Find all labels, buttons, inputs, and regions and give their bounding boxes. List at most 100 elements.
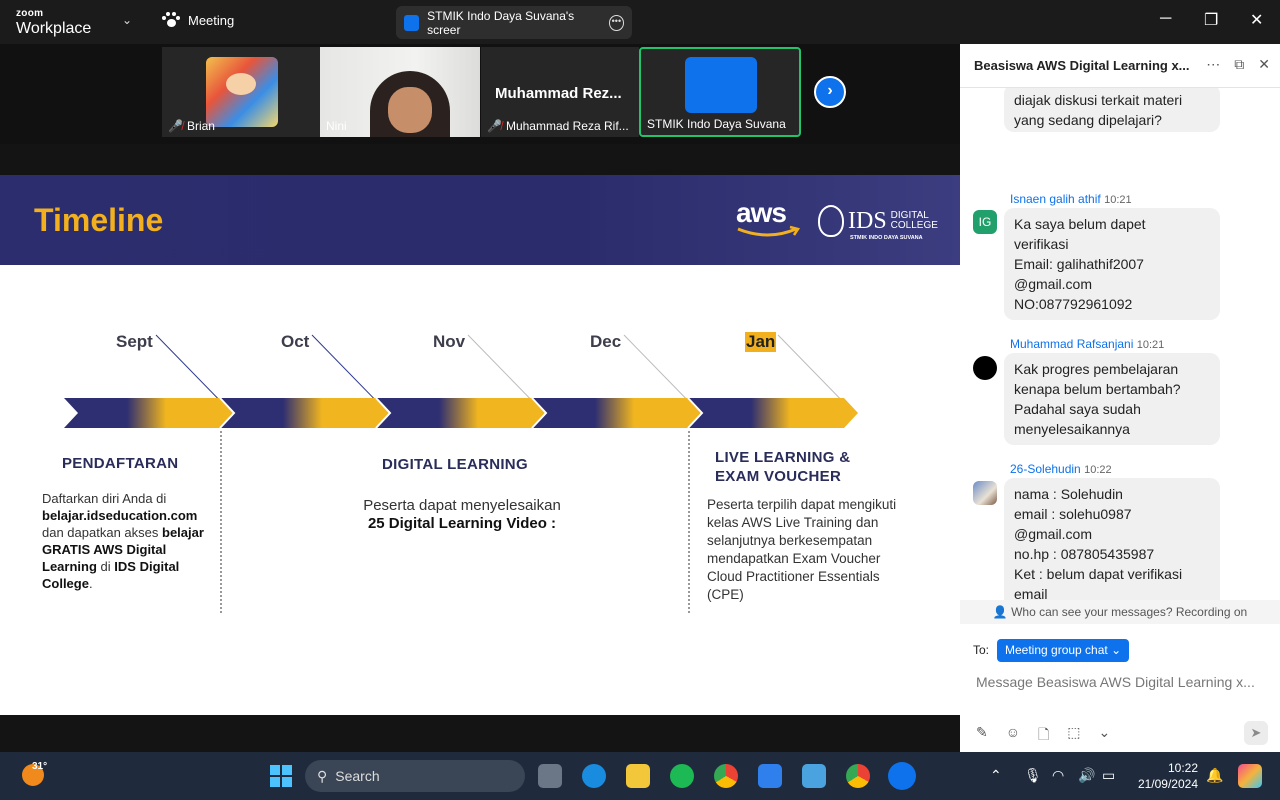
chrome-profile-icon[interactable] (846, 764, 870, 788)
chat-header: Beasiswa AWS Digital Learning x... ⋯ ⧉ ✕ (960, 44, 1280, 88)
avatar-image (206, 57, 278, 127)
notice-text: Who can see your messages? Recording on (1011, 605, 1248, 619)
participant-name-text: Nini (326, 119, 347, 133)
section-text: Daftarkan diri Anda di belajar.idseducat… (42, 491, 204, 591)
chat-sender: 26-Solehudin 10:22 (1010, 462, 1112, 476)
slide-title: Timeline (34, 202, 164, 238)
temperature: 31° (32, 761, 48, 772)
chevron-down-icon[interactable]: ⌄ (1099, 724, 1111, 748)
title-bar: zoom Workplace ⌄ Meeting STMIK Indo Daya… (0, 0, 1280, 44)
windows-taskbar: 31° ⚲ Search ⌃ 🎙 ◠ 🔊 ▭ 10:22 21/09/2024 … (0, 752, 1280, 800)
section-text: Peserta terpilih dapat mengikuti kelas A… (707, 497, 897, 602)
section-divider (220, 431, 222, 613)
participant-name-text: STMIK Indo Daya Suvana (647, 117, 786, 131)
avatar[interactable]: IG (973, 210, 997, 234)
timeline-arrow (64, 334, 858, 429)
file-icon[interactable]: 🗋 (1038, 724, 1049, 748)
video-tile-stmik[interactable]: STMIK Indo Daya Suvana (639, 47, 801, 137)
chat-sender: Isnaen galih athif 10:21 (1010, 192, 1132, 206)
search-box[interactable]: ⚲ Search (305, 760, 525, 792)
shared-screen-slide: Timeline aws IDS DIGITAL COLLEGE STMIK I… (0, 175, 960, 715)
to-label: To: (973, 643, 990, 657)
zoom-window: zoom Workplace ⌄ Meeting STMIK Indo Daya… (0, 0, 1280, 800)
minimize-button[interactable]: ─ (1160, 10, 1171, 28)
avatar[interactable] (973, 481, 997, 505)
video-tile-brian[interactable]: 🎤̸ Brian (162, 47, 320, 137)
recipient-dropdown[interactable]: Meeting group chat ⌄ (997, 639, 1130, 662)
chat-panel: Beasiswa AWS Digital Learning x... ⋯ ⧉ ✕… (960, 44, 1280, 752)
section-title: PENDAFTARAN (62, 455, 179, 472)
zoom-app-icon[interactable] (888, 762, 916, 790)
show-hidden-icons-icon[interactable]: ⌃ (990, 767, 1002, 784)
close-icon[interactable]: ✕ (1258, 56, 1270, 73)
chat-sender: Muhammad Rafsanjani 10:21 (1010, 337, 1165, 351)
copilot-icon[interactable] (1238, 764, 1262, 788)
avatar[interactable] (973, 356, 997, 380)
chat-bubble[interactable]: Ka saya belum dapet verifikasi Email: ga… (1004, 208, 1220, 320)
participant-name: STMIK Indo Daya Suvana (647, 117, 786, 131)
ids-digital-college-logo: IDS DIGITAL COLLEGE STMIK INDO DAYA SUVA… (818, 205, 938, 241)
section-title: DIGITAL LEARNING (382, 456, 528, 473)
message-input[interactable] (976, 669, 1272, 695)
restore-button[interactable]: ❐ (1204, 10, 1218, 30)
search-label: Search (335, 768, 380, 784)
participant-name: 🎤̸ Muhammad Reza Rif... (487, 119, 629, 133)
pop-out-icon[interactable]: ⧉ (1234, 56, 1244, 73)
section-text: Peserta dapat menyelesaikan 25 Digital L… (363, 497, 561, 532)
notepad-icon[interactable] (802, 764, 826, 788)
chevron-down-icon[interactable]: ⌄ (122, 13, 132, 27)
close-button[interactable]: ✕ (1250, 10, 1263, 30)
aws-smile-logo (737, 225, 801, 237)
search-icon: ⚲ (317, 767, 328, 784)
edge-icon[interactable] (582, 764, 606, 788)
send-button[interactable]: ➤ (1244, 721, 1268, 745)
chat-title: Beasiswa AWS Digital Learning x... (974, 58, 1190, 73)
ids-logo-sub: COLLEGE (890, 220, 938, 231)
chat-bubble[interactable]: nama : Solehudin email : solehu0987 @gma… (1004, 478, 1220, 600)
share-screen-icon (404, 14, 420, 31)
spotify-icon[interactable] (670, 764, 694, 788)
section-divider (688, 431, 690, 613)
video-tile-muhammad-reza[interactable]: Muhammad Rez... 🎤̸ Muhammad Reza Rif... (481, 47, 639, 137)
task-view-icon[interactable] (538, 764, 562, 788)
participant-name: 🎤̸ Brian (168, 119, 215, 133)
people-icon: 👤 (992, 605, 1008, 619)
participant-name-text: Muhammad Reza Rif... (505, 119, 629, 133)
system-clock[interactable]: 10:22 21/09/2024 (1130, 760, 1198, 792)
next-page-button[interactable]: › (814, 76, 846, 108)
mic-muted-icon: 🎤̸ (487, 119, 502, 133)
screen-share-indicator[interactable]: STMIK Indo Daya Suvana's screer ••• (396, 6, 632, 39)
notification-bell-icon[interactable]: 🔔 (1206, 767, 1223, 784)
composer-toolbar: ✎ ☺ 🗋 ⬚ ⌄ (976, 724, 1110, 748)
microphone-icon[interactable]: 🎙 (1024, 767, 1042, 784)
participant-name-text: Brian (186, 119, 215, 133)
meeting-menu-button[interactable]: Meeting (162, 12, 234, 28)
volume-icon[interactable]: 🔊 (1078, 767, 1095, 784)
start-button[interactable] (270, 765, 292, 787)
zoom-workplace-logo[interactable]: zoom Workplace (16, 9, 91, 37)
slide-header: Timeline aws IDS DIGITAL COLLEGE STMIK I… (0, 175, 960, 265)
participant-display-name: Muhammad Rez... (495, 85, 622, 102)
chrome-icon[interactable] (714, 764, 738, 788)
screenshot-icon[interactable]: ⬚ (1067, 724, 1080, 748)
vscode-icon[interactable] (758, 764, 782, 788)
clock-date: 21/09/2024 (1137, 777, 1198, 791)
participant-name: Nini (326, 119, 347, 133)
ids-logo-text: IDS (848, 208, 887, 234)
chat-visibility-notice[interactable]: 👤 Who can see your messages? Recording o… (960, 600, 1280, 624)
wifi-icon[interactable]: ◠ (1052, 767, 1064, 784)
meeting-label: Meeting (188, 12, 235, 28)
file-explorer-icon[interactable] (626, 764, 650, 788)
emoji-icon[interactable]: ☺ (1006, 724, 1020, 748)
ids-logo-tagline: STMIK INDO DAYA SUVANA (850, 235, 923, 241)
more-options-icon[interactable]: ••• (608, 14, 624, 31)
battery-icon[interactable]: ▭ (1102, 767, 1115, 784)
chat-bubble[interactable]: diajak diskusi terkait materi yang sedan… (1004, 88, 1220, 132)
format-icon[interactable]: ✎ (976, 724, 988, 748)
chat-bubble[interactable]: Kak progres pembelajaran kenapa belum be… (1004, 353, 1220, 445)
chat-header-actions: ⋯ ⧉ ✕ (1206, 56, 1270, 73)
more-icon[interactable]: ⋯ (1206, 56, 1220, 73)
section-title: LIVE LEARNING & EXAM VOUCHER (715, 449, 851, 485)
video-tile-nini[interactable]: Nini (320, 47, 480, 137)
screen-share-thumbnail (685, 57, 757, 113)
